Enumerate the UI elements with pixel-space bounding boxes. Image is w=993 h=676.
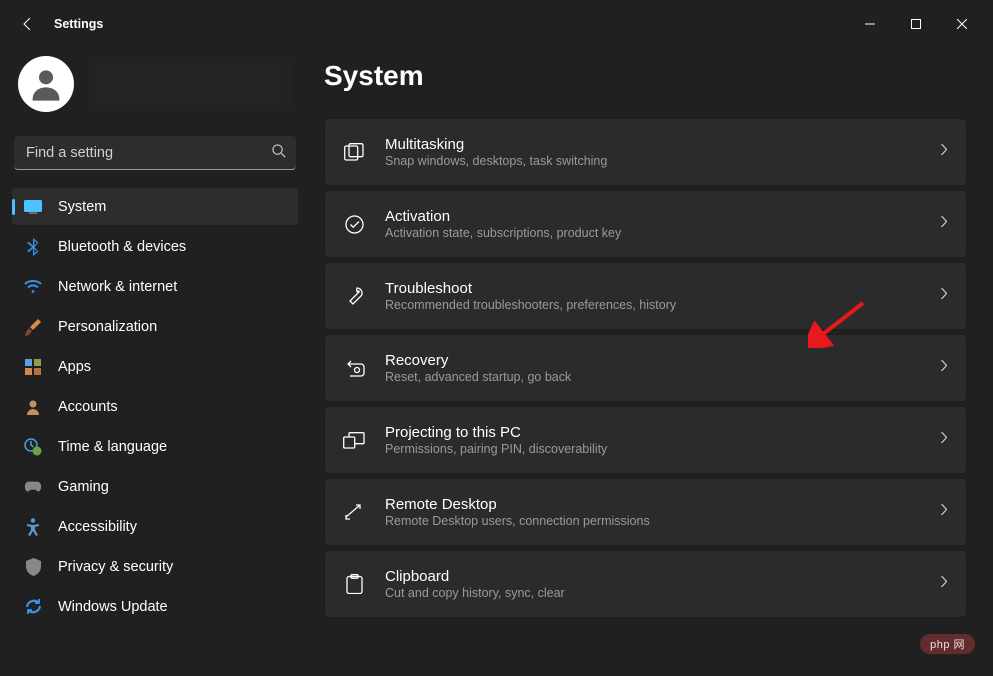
setting-subtitle: Snap windows, desktops, task switching	[385, 154, 920, 168]
project-icon	[343, 432, 365, 449]
setting-clipboard[interactable]: Clipboard Cut and copy history, sync, cl…	[324, 550, 967, 618]
sidebar-item-gaming[interactable]: Gaming	[12, 468, 298, 505]
sidebar-item-label: Apps	[58, 359, 91, 375]
setting-remote-desktop[interactable]: Remote Desktop Remote Desktop users, con…	[324, 478, 967, 546]
sidebar-item-accessibility[interactable]: Accessibility	[12, 508, 298, 545]
check-circle-icon	[343, 215, 365, 234]
setting-subtitle: Cut and copy history, sync, clear	[385, 586, 920, 600]
sidebar-item-label: Bluetooth & devices	[58, 239, 186, 255]
sidebar-item-label: Windows Update	[58, 599, 168, 615]
clipboard-icon	[343, 574, 365, 594]
titlebar: Settings	[0, 0, 993, 48]
page-title: System	[324, 60, 967, 92]
person-icon	[26, 64, 66, 104]
apps-icon	[24, 358, 42, 376]
sync-icon	[24, 598, 42, 616]
sidebar-item-windows-update[interactable]: Windows Update	[12, 588, 298, 625]
setting-title: Remote Desktop	[385, 496, 920, 513]
setting-title: Projecting to this PC	[385, 424, 920, 441]
setting-title: Recovery	[385, 352, 920, 369]
sidebar-item-accounts[interactable]: Accounts	[12, 388, 298, 425]
remote-icon	[343, 503, 365, 521]
search-box	[14, 136, 296, 170]
setting-projecting[interactable]: Projecting to this PC Permissions, pairi…	[324, 406, 967, 474]
profile-section[interactable]	[12, 48, 298, 132]
brush-icon	[24, 318, 42, 336]
person-icon	[24, 398, 42, 416]
sidebar: System Bluetooth & devices Network & int…	[0, 48, 310, 676]
sidebar-item-bluetooth[interactable]: Bluetooth & devices	[12, 228, 298, 265]
sidebar-item-privacy[interactable]: Privacy & security	[12, 548, 298, 585]
back-button[interactable]	[8, 4, 48, 44]
shield-icon	[24, 558, 42, 576]
wrench-icon	[343, 286, 365, 306]
search-icon	[271, 143, 286, 163]
arrow-left-icon	[20, 16, 36, 32]
sidebar-item-label: Privacy & security	[58, 559, 173, 575]
setting-recovery[interactable]: Recovery Reset, advanced startup, go bac…	[324, 334, 967, 402]
setting-activation[interactable]: Activation Activation state, subscriptio…	[324, 190, 967, 258]
setting-subtitle: Remote Desktop users, connection permiss…	[385, 514, 920, 528]
setting-subtitle: Permissions, pairing PIN, discoverabilit…	[385, 442, 920, 456]
setting-subtitle: Recommended troubleshooters, preferences…	[385, 298, 920, 312]
multitask-icon	[343, 143, 365, 161]
sidebar-item-label: Gaming	[58, 479, 109, 495]
sidebar-item-network[interactable]: Network & internet	[12, 268, 298, 305]
sidebar-nav: System Bluetooth & devices Network & int…	[12, 188, 298, 625]
window-controls	[847, 8, 985, 40]
sidebar-item-label: Accessibility	[58, 519, 137, 535]
sidebar-item-label: Accounts	[58, 399, 118, 415]
monitor-icon	[24, 198, 42, 216]
setting-troubleshoot[interactable]: Troubleshoot Recommended troubleshooters…	[324, 262, 967, 330]
recovery-icon	[343, 360, 365, 377]
setting-title: Troubleshoot	[385, 280, 920, 297]
sidebar-item-label: Network & internet	[58, 279, 177, 295]
app-title: Settings	[54, 17, 103, 31]
sidebar-item-personalization[interactable]: Personalization	[12, 308, 298, 345]
gamepad-icon	[24, 478, 42, 496]
bluetooth-icon	[24, 238, 42, 256]
sidebar-item-label: System	[58, 199, 106, 215]
sidebar-item-time-language[interactable]: Time & language	[12, 428, 298, 465]
sidebar-item-apps[interactable]: Apps	[12, 348, 298, 385]
close-icon	[957, 19, 967, 29]
chevron-right-icon	[940, 143, 948, 161]
chevron-right-icon	[940, 503, 948, 521]
setting-title: Multitasking	[385, 136, 920, 153]
search-input[interactable]	[14, 136, 296, 170]
watermark: php 网	[920, 634, 975, 654]
setting-subtitle: Reset, advanced startup, go back	[385, 370, 920, 384]
minimize-icon	[865, 19, 875, 29]
accessibility-icon	[24, 518, 42, 536]
sidebar-item-system[interactable]: System	[12, 188, 298, 225]
setting-subtitle: Activation state, subscriptions, product…	[385, 226, 920, 240]
chevron-right-icon	[940, 431, 948, 449]
chevron-right-icon	[940, 359, 948, 377]
maximize-icon	[911, 19, 921, 29]
close-button[interactable]	[939, 8, 985, 40]
clock-globe-icon	[24, 438, 42, 456]
chevron-right-icon	[940, 575, 948, 593]
main-content: System Multitasking Snap windows, deskto…	[310, 48, 993, 676]
maximize-button[interactable]	[893, 8, 939, 40]
setting-title: Clipboard	[385, 568, 920, 585]
setting-title: Activation	[385, 208, 920, 225]
minimize-button[interactable]	[847, 8, 893, 40]
wifi-icon	[24, 278, 42, 296]
sidebar-item-label: Personalization	[58, 319, 157, 335]
chevron-right-icon	[940, 287, 948, 305]
sidebar-item-label: Time & language	[58, 439, 167, 455]
avatar	[18, 56, 74, 112]
profile-info-redacted	[88, 56, 292, 112]
setting-multitasking[interactable]: Multitasking Snap windows, desktops, tas…	[324, 118, 967, 186]
chevron-right-icon	[940, 215, 948, 233]
